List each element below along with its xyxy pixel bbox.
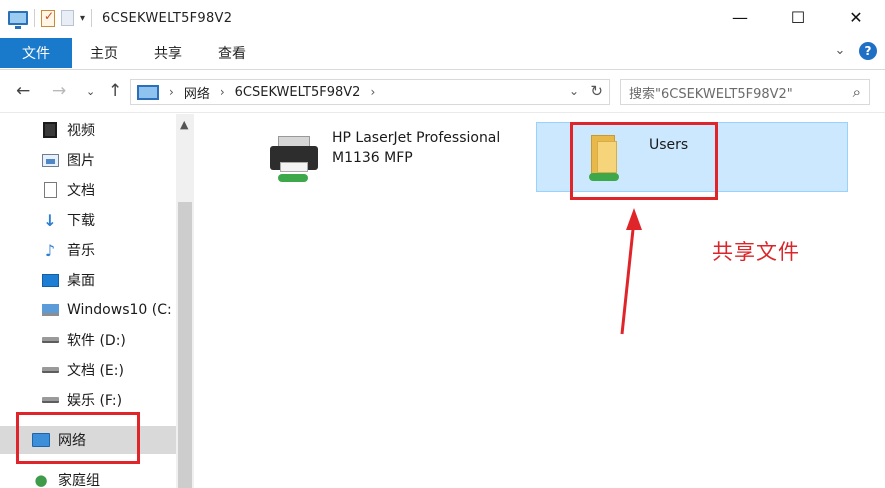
network-highlight-box <box>16 412 140 464</box>
sidebar-item-pictures[interactable]: 图片 <box>0 146 176 174</box>
maximize-button[interactable]: ☐ <box>769 0 827 34</box>
drive-icon <box>41 392 59 408</box>
scroll-up-icon[interactable]: ▲ <box>180 118 188 131</box>
toolbar-separator <box>34 9 35 27</box>
up-arrow-icon[interactable]: ↑ <box>108 81 122 101</box>
ribbon-right-controls: ⌄ ? <box>831 42 877 60</box>
properties-icon[interactable] <box>41 9 55 27</box>
network-printer-icon <box>268 134 322 186</box>
computer-icon <box>137 84 159 100</box>
title-bar: ▾ 6CSEKWELT5F98V2 — ☐ ✕ <box>0 0 885 36</box>
search-icon[interactable]: ⌕ <box>853 83 861 101</box>
sidebar-item-documents[interactable]: 文档 <box>0 176 176 204</box>
tab-share[interactable]: 共享 <box>136 38 200 68</box>
sidebar-item-drive-c[interactable]: Windows10 (C: <box>0 296 176 324</box>
sidebar-item-drive-e[interactable]: 文档 (E:) <box>0 356 176 384</box>
sidebar-item-label: 音乐 <box>67 243 95 259</box>
tab-view[interactable]: 查看 <box>200 38 264 68</box>
search-input[interactable]: 搜索"6CSEKWELT5F98V2" ⌕ <box>620 79 870 105</box>
sidebar-scrollbar[interactable]: ▲ <box>176 114 194 488</box>
sidebar-item-label: 娱乐 (F:) <box>67 393 123 409</box>
sidebar-item-music[interactable]: ♪ 音乐 <box>0 236 176 264</box>
sidebar-item-desktop[interactable]: 桌面 <box>0 266 176 294</box>
content-pane: HP LaserJet Professional M1136 MFP Users <box>194 114 885 488</box>
printer-item[interactable]: HP LaserJet Professional M1136 MFP <box>264 126 524 188</box>
search-placeholder: 搜索"6CSEKWELT5F98V2" <box>629 86 793 102</box>
scroll-thumb[interactable] <box>178 202 192 488</box>
sidebar-item-drive-d[interactable]: 软件 (D:) <box>0 326 176 354</box>
help-icon[interactable]: ? <box>859 42 877 60</box>
back-arrow-icon[interactable]: ← <box>16 81 30 101</box>
chevron-right-icon[interactable]: › <box>370 85 375 99</box>
minimize-button[interactable]: — <box>711 0 769 34</box>
forward-arrow-icon[interactable]: → <box>52 81 66 101</box>
sidebar-item-label: 图片 <box>67 153 95 169</box>
sidebar-item-downloads[interactable]: ↓ 下载 <box>0 206 176 234</box>
sidebar-item-label: 桌面 <box>67 273 95 289</box>
tab-file[interactable]: 文件 <box>0 37 72 68</box>
music-icon: ♪ <box>44 240 56 260</box>
annotation-arrow <box>620 208 642 335</box>
toolbar-separator <box>91 9 93 27</box>
recent-locations-icon[interactable]: ⌄ <box>86 85 95 98</box>
download-icon: ↓ <box>43 210 57 230</box>
close-button[interactable]: ✕ <box>827 0 885 34</box>
desktop-icon <box>41 272 59 288</box>
users-highlight-box <box>570 122 718 200</box>
chevron-right-icon[interactable]: › <box>220 85 225 99</box>
ribbon-tabs: 文件 主页 共享 查看 ⌄ ? <box>0 36 885 70</box>
quick-access-toolbar: ▾ <box>8 9 93 29</box>
address-bar[interactable]: › 网络 › 6CSEKWELT5F98V2 › ⌄ ↻ <box>130 79 610 105</box>
drive-icon <box>41 332 59 348</box>
breadcrumb-network[interactable]: 网络 <box>184 83 210 102</box>
breadcrumb-computer[interactable]: 6CSEKWELT5F98V2 <box>235 85 361 100</box>
new-folder-icon[interactable] <box>61 10 74 26</box>
expand-ribbon-icon[interactable]: ⌄ <box>831 42 849 60</box>
documents-icon <box>41 182 59 198</box>
tab-home[interactable]: 主页 <box>72 38 136 68</box>
windows-drive-icon <box>41 302 59 318</box>
sidebar-item-drive-f[interactable]: 娱乐 (F:) <box>0 386 176 414</box>
sidebar-item-label: 文档 (E:) <box>67 363 124 379</box>
refresh-icon[interactable]: ↻ <box>590 82 603 100</box>
printer-name: HP LaserJet Professional M1136 MFP <box>332 130 501 166</box>
drive-icon <box>41 362 59 378</box>
computer-icon <box>8 11 28 29</box>
sidebar-item-videos[interactable]: 视频 <box>0 116 176 144</box>
sidebar-item-label: 文档 <box>67 183 95 199</box>
sidebar-item-label: 软件 (D:) <box>67 333 126 349</box>
sidebar-item-label: Windows10 (C: <box>67 302 172 318</box>
customize-toolbar-dropdown-icon[interactable]: ▾ <box>80 13 85 24</box>
sidebar-item-label: 视频 <box>67 123 95 139</box>
sidebar-item-homegroup[interactable]: ● 家庭组 <box>0 466 176 488</box>
sidebar-item-label: 下载 <box>67 213 95 229</box>
navigation-bar: ← → ⌄ ↑ › 网络 › 6CSEKWELT5F98V2 › ⌄ ↻ 搜索"… <box>0 71 885 113</box>
annotation-label: 共享文件 <box>712 240 800 264</box>
video-icon <box>41 122 59 138</box>
window-controls: — ☐ ✕ <box>711 0 885 34</box>
sidebar-item-label: 家庭组 <box>58 473 100 488</box>
window-title: 6CSEKWELT5F98V2 <box>102 10 233 26</box>
homegroup-icon: ● <box>34 471 48 488</box>
pictures-icon <box>41 152 59 168</box>
chevron-right-icon[interactable]: › <box>169 85 174 99</box>
address-dropdown-icon[interactable]: ⌄ <box>569 84 579 98</box>
